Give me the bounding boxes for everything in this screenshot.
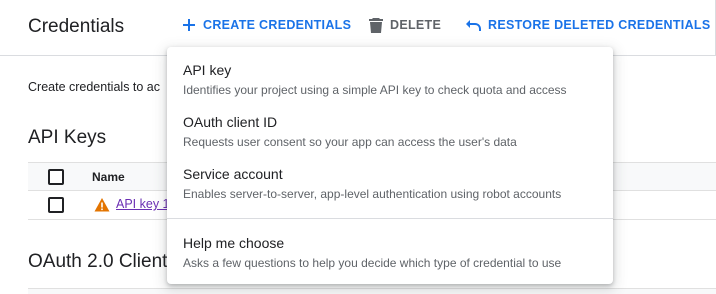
- oauth-title: OAuth 2.0 Client I: [28, 251, 178, 272]
- delete-button[interactable]: DELETE: [368, 17, 441, 33]
- column-header-name: Name: [92, 170, 125, 184]
- create-credentials-menu: API key Identifies your project using a …: [167, 47, 613, 284]
- create-credentials-button[interactable]: CREATE CREDENTIALS: [181, 17, 351, 33]
- menu-item-title: Help me choose: [183, 235, 285, 251]
- menu-item-description: Enables server-to-server, app-level auth…: [183, 187, 562, 201]
- api-key-link[interactable]: API key 1: [116, 197, 170, 211]
- row-checkbox[interactable]: [48, 197, 64, 213]
- menu-item-help-me-choose[interactable]: Help me choose Asks a few questions to h…: [167, 235, 613, 270]
- api-keys-title: API Keys: [28, 127, 107, 148]
- menu-item-description: Identifies your project using a simple A…: [183, 83, 567, 97]
- page-title: Credentials: [28, 16, 125, 37]
- trash-icon: [368, 17, 384, 33]
- menu-item-api-key[interactable]: API key Identifies your project using a …: [167, 62, 613, 97]
- menu-item-title: OAuth client ID: [183, 114, 278, 130]
- plus-icon: [181, 17, 197, 33]
- menu-item-title: API key: [183, 62, 232, 78]
- select-all-checkbox[interactable]: [48, 169, 64, 185]
- intro-text: Create credentials to ac: [28, 80, 161, 94]
- menu-item-service-account[interactable]: Service account Enables server-to-server…: [167, 166, 613, 201]
- undo-icon: [466, 17, 482, 33]
- menu-divider: [167, 218, 613, 219]
- restore-label: RESTORE DELETED CREDENTIALS: [488, 18, 711, 32]
- oauth-table-header: [28, 288, 716, 294]
- create-credentials-label: CREATE CREDENTIALS: [203, 18, 352, 32]
- delete-label: DELETE: [390, 18, 442, 32]
- restore-deleted-credentials-button[interactable]: RESTORE DELETED CREDENTIALS: [466, 17, 710, 33]
- menu-item-description: Requests user consent so your app can ac…: [183, 135, 517, 149]
- menu-item-oauth-client-id[interactable]: OAuth client ID Requests user consent so…: [167, 114, 613, 149]
- warning-icon: [94, 197, 110, 213]
- menu-item-title: Service account: [183, 166, 283, 182]
- menu-item-description: Asks a few questions to help you decide …: [183, 256, 562, 270]
